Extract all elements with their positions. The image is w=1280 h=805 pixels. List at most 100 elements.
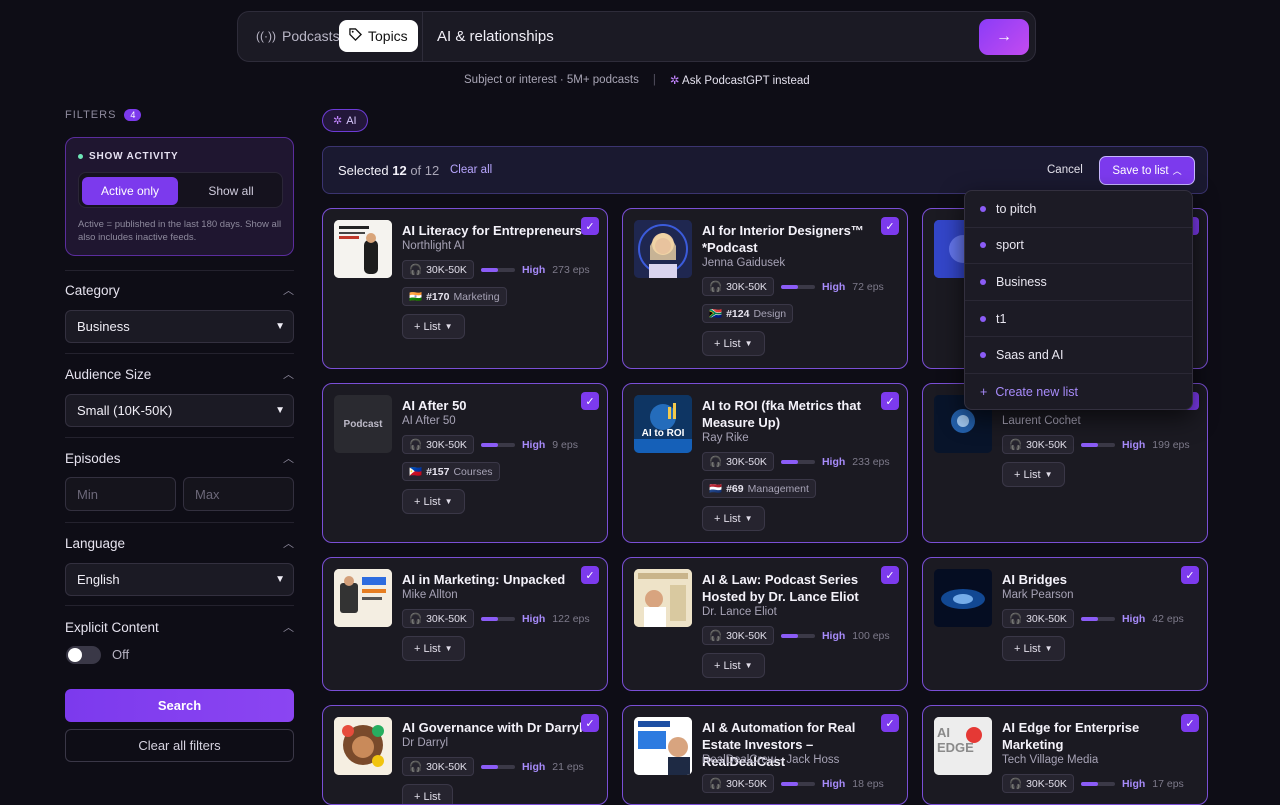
- podcast-author: Dr Darryl: [402, 737, 448, 749]
- chevron-down-icon: ▼: [444, 322, 453, 331]
- podcast-title[interactable]: AI for Interior Designers™ *Podcast: [702, 222, 884, 256]
- select-checkbox[interactable]: ✓: [881, 714, 899, 732]
- search-divider: [422, 12, 423, 61]
- add-to-list-button[interactable]: + List: [402, 784, 453, 804]
- headphones-icon: 🎧: [1009, 778, 1023, 790]
- podcast-card[interactable]: AI to ROI AI to ROI (fka Metrics that Me…: [622, 383, 908, 543]
- selection-count: Selected 12 of 12: [338, 163, 439, 178]
- active-only-button[interactable]: Active only: [82, 177, 178, 205]
- list-option[interactable]: Business: [965, 264, 1192, 301]
- activity-level: High: [1121, 612, 1146, 625]
- explicit-toggle[interactable]: [66, 646, 101, 664]
- activity-note: Active = published in the last 180 days.…: [78, 219, 282, 243]
- category-header[interactable]: Category ︿: [65, 282, 294, 298]
- episode-count: 233 eps: [852, 455, 890, 468]
- cover-title-text: AI to ROI: [641, 428, 685, 439]
- list-option[interactable]: to pitch: [965, 191, 1192, 228]
- language-header[interactable]: Language ︿: [65, 535, 294, 551]
- chevron-down-icon: ▼: [744, 661, 753, 670]
- show-all-button[interactable]: Show all: [183, 177, 279, 205]
- activity-bar-fill: [1080, 616, 1098, 621]
- episodes-min-input[interactable]: Min: [65, 477, 176, 511]
- select-checkbox[interactable]: ✓: [881, 392, 899, 410]
- podcast-card[interactable]: AI & Automation for Real Estate Investor…: [622, 705, 908, 805]
- cancel-button[interactable]: Cancel: [1047, 164, 1083, 176]
- podcast-card[interactable]: AI in Marketing: Unpacked Mike Allton 🎧 3…: [322, 557, 608, 691]
- podcast-title[interactable]: AI to ROI (fka Metrics that Measure Up): [702, 397, 884, 431]
- select-checkbox[interactable]: ✓: [581, 714, 599, 732]
- activity-bar-fill: [480, 764, 498, 769]
- filters-heading: FILTERS 4: [65, 109, 142, 121]
- episode-count: 72 eps: [852, 280, 884, 293]
- mode-topics-label: Topics: [368, 28, 408, 44]
- search-input[interactable]: AI & relationships: [437, 28, 554, 45]
- podcast-title[interactable]: AI in Marketing: Unpacked: [402, 571, 584, 588]
- list-option[interactable]: t1: [965, 301, 1192, 338]
- rank-value: #69: [726, 482, 744, 495]
- select-checkbox[interactable]: ✓: [881, 566, 899, 584]
- podcast-author: Laurent Cochet: [1002, 415, 1081, 427]
- mode-topics-tab[interactable]: Topics: [339, 20, 418, 52]
- activity-bar: [780, 459, 815, 464]
- podcast-title[interactable]: AI Literacy for Entrepreneurs: [402, 222, 584, 239]
- chevron-up-icon: ︿: [1172, 166, 1182, 176]
- selected-count: 12: [392, 163, 407, 178]
- add-to-list-button[interactable]: + List ▼: [702, 506, 765, 531]
- audience-select[interactable]: Small (10K-50K) ▼: [65, 394, 294, 427]
- podcast-cover: [334, 569, 392, 627]
- episodes-header[interactable]: Episodes ︿: [65, 450, 294, 466]
- podcast-card[interactable]: AI Literacy for Entrepreneurs Northlight…: [322, 208, 608, 369]
- add-to-list-button[interactable]: + List ▼: [402, 489, 465, 514]
- select-checkbox[interactable]: ✓: [581, 566, 599, 584]
- list-option[interactable]: Saas and AI: [965, 337, 1192, 374]
- mode-podcasts-tab[interactable]: ((·)) Podcasts: [246, 20, 350, 52]
- audience-pill: 🎧 30K-50K: [702, 452, 774, 471]
- save-to-list-button[interactable]: Save to list ︿: [1099, 156, 1195, 185]
- category-rank-badge: 🇿🇦 #124 Design: [702, 304, 794, 323]
- audience-header[interactable]: Audience Size ︿: [65, 366, 294, 382]
- search-submit-button[interactable]: →: [979, 19, 1029, 55]
- podcast-title[interactable]: AI & Law: Podcast Series Hosted by Dr. L…: [702, 571, 884, 605]
- clear-filters-button[interactable]: Clear all filters: [65, 729, 294, 762]
- add-to-list-button[interactable]: + List ▼: [1002, 462, 1065, 487]
- podcast-card[interactable]: AI Bridges Mark Pearson 🎧 30K-50K High 42…: [922, 557, 1208, 691]
- list-option[interactable]: sport: [965, 228, 1192, 265]
- language-select[interactable]: English ▼: [65, 563, 294, 596]
- search-button[interactable]: Search: [65, 689, 294, 722]
- podcast-card[interactable]: Podcast AI After 50 AI After 50 🎧 30K-50K…: [322, 383, 608, 543]
- audience-value: 30K-50K: [426, 612, 467, 625]
- audience-pill: 🎧 30K-50K: [1002, 609, 1074, 628]
- select-checkbox[interactable]: ✓: [881, 217, 899, 235]
- list-option-label: t1: [996, 311, 1007, 326]
- podcast-card[interactable]: AI for Interior Designers™ *Podcast Jenn…: [622, 208, 908, 369]
- add-to-list-button[interactable]: + List ▼: [702, 331, 765, 356]
- tag-chip-ai[interactable]: ✲ AI: [322, 109, 368, 132]
- add-to-list-button[interactable]: + List ▼: [702, 653, 765, 678]
- chevron-down-icon: ▼: [744, 514, 753, 523]
- add-to-list-button[interactable]: + List ▼: [1002, 636, 1065, 661]
- select-checkbox[interactable]: ✓: [1181, 714, 1199, 732]
- podcast-card[interactable]: AI & Law: Podcast Series Hosted by Dr. L…: [622, 557, 908, 691]
- checkmark-icon: ✓: [885, 220, 895, 233]
- podcast-card[interactable]: AI Governance with Dr Darryl Dr Darryl 🎧…: [322, 705, 608, 805]
- category-select[interactable]: Business ▼: [65, 310, 294, 343]
- explicit-header[interactable]: Explicit Content ︿: [65, 619, 294, 635]
- create-new-list-button[interactable]: + Create new list: [965, 374, 1192, 410]
- episodes-max-input[interactable]: Max: [183, 477, 294, 511]
- podcast-title[interactable]: AI Governance with Dr Darryl: [402, 719, 584, 736]
- select-checkbox[interactable]: ✓: [1181, 566, 1199, 584]
- add-to-list-button[interactable]: + List ▼: [402, 314, 465, 339]
- podcast-author: Tech Village Media: [1002, 754, 1099, 766]
- category-rank-badge: 🇳🇱 #69 Management: [702, 479, 816, 498]
- add-to-list-button[interactable]: + List ▼: [402, 636, 465, 661]
- ask-podcastgpt-link[interactable]: ✲ Ask PodcastGPT instead: [670, 73, 810, 87]
- podcast-title[interactable]: AI Bridges: [1002, 571, 1184, 588]
- episodes-filter: Episodes ︿: [65, 450, 294, 466]
- clear-selection-link[interactable]: Clear all: [450, 164, 492, 176]
- podcast-title[interactable]: AI After 50: [402, 397, 584, 414]
- select-checkbox[interactable]: ✓: [581, 217, 599, 235]
- category-label: Category: [65, 282, 120, 298]
- podcast-title[interactable]: AI Edge for Enterprise Marketing: [1002, 719, 1184, 753]
- select-checkbox[interactable]: ✓: [581, 392, 599, 410]
- podcast-card[interactable]: AI EDGE AI Edge for Enterprise Marketing…: [922, 705, 1208, 805]
